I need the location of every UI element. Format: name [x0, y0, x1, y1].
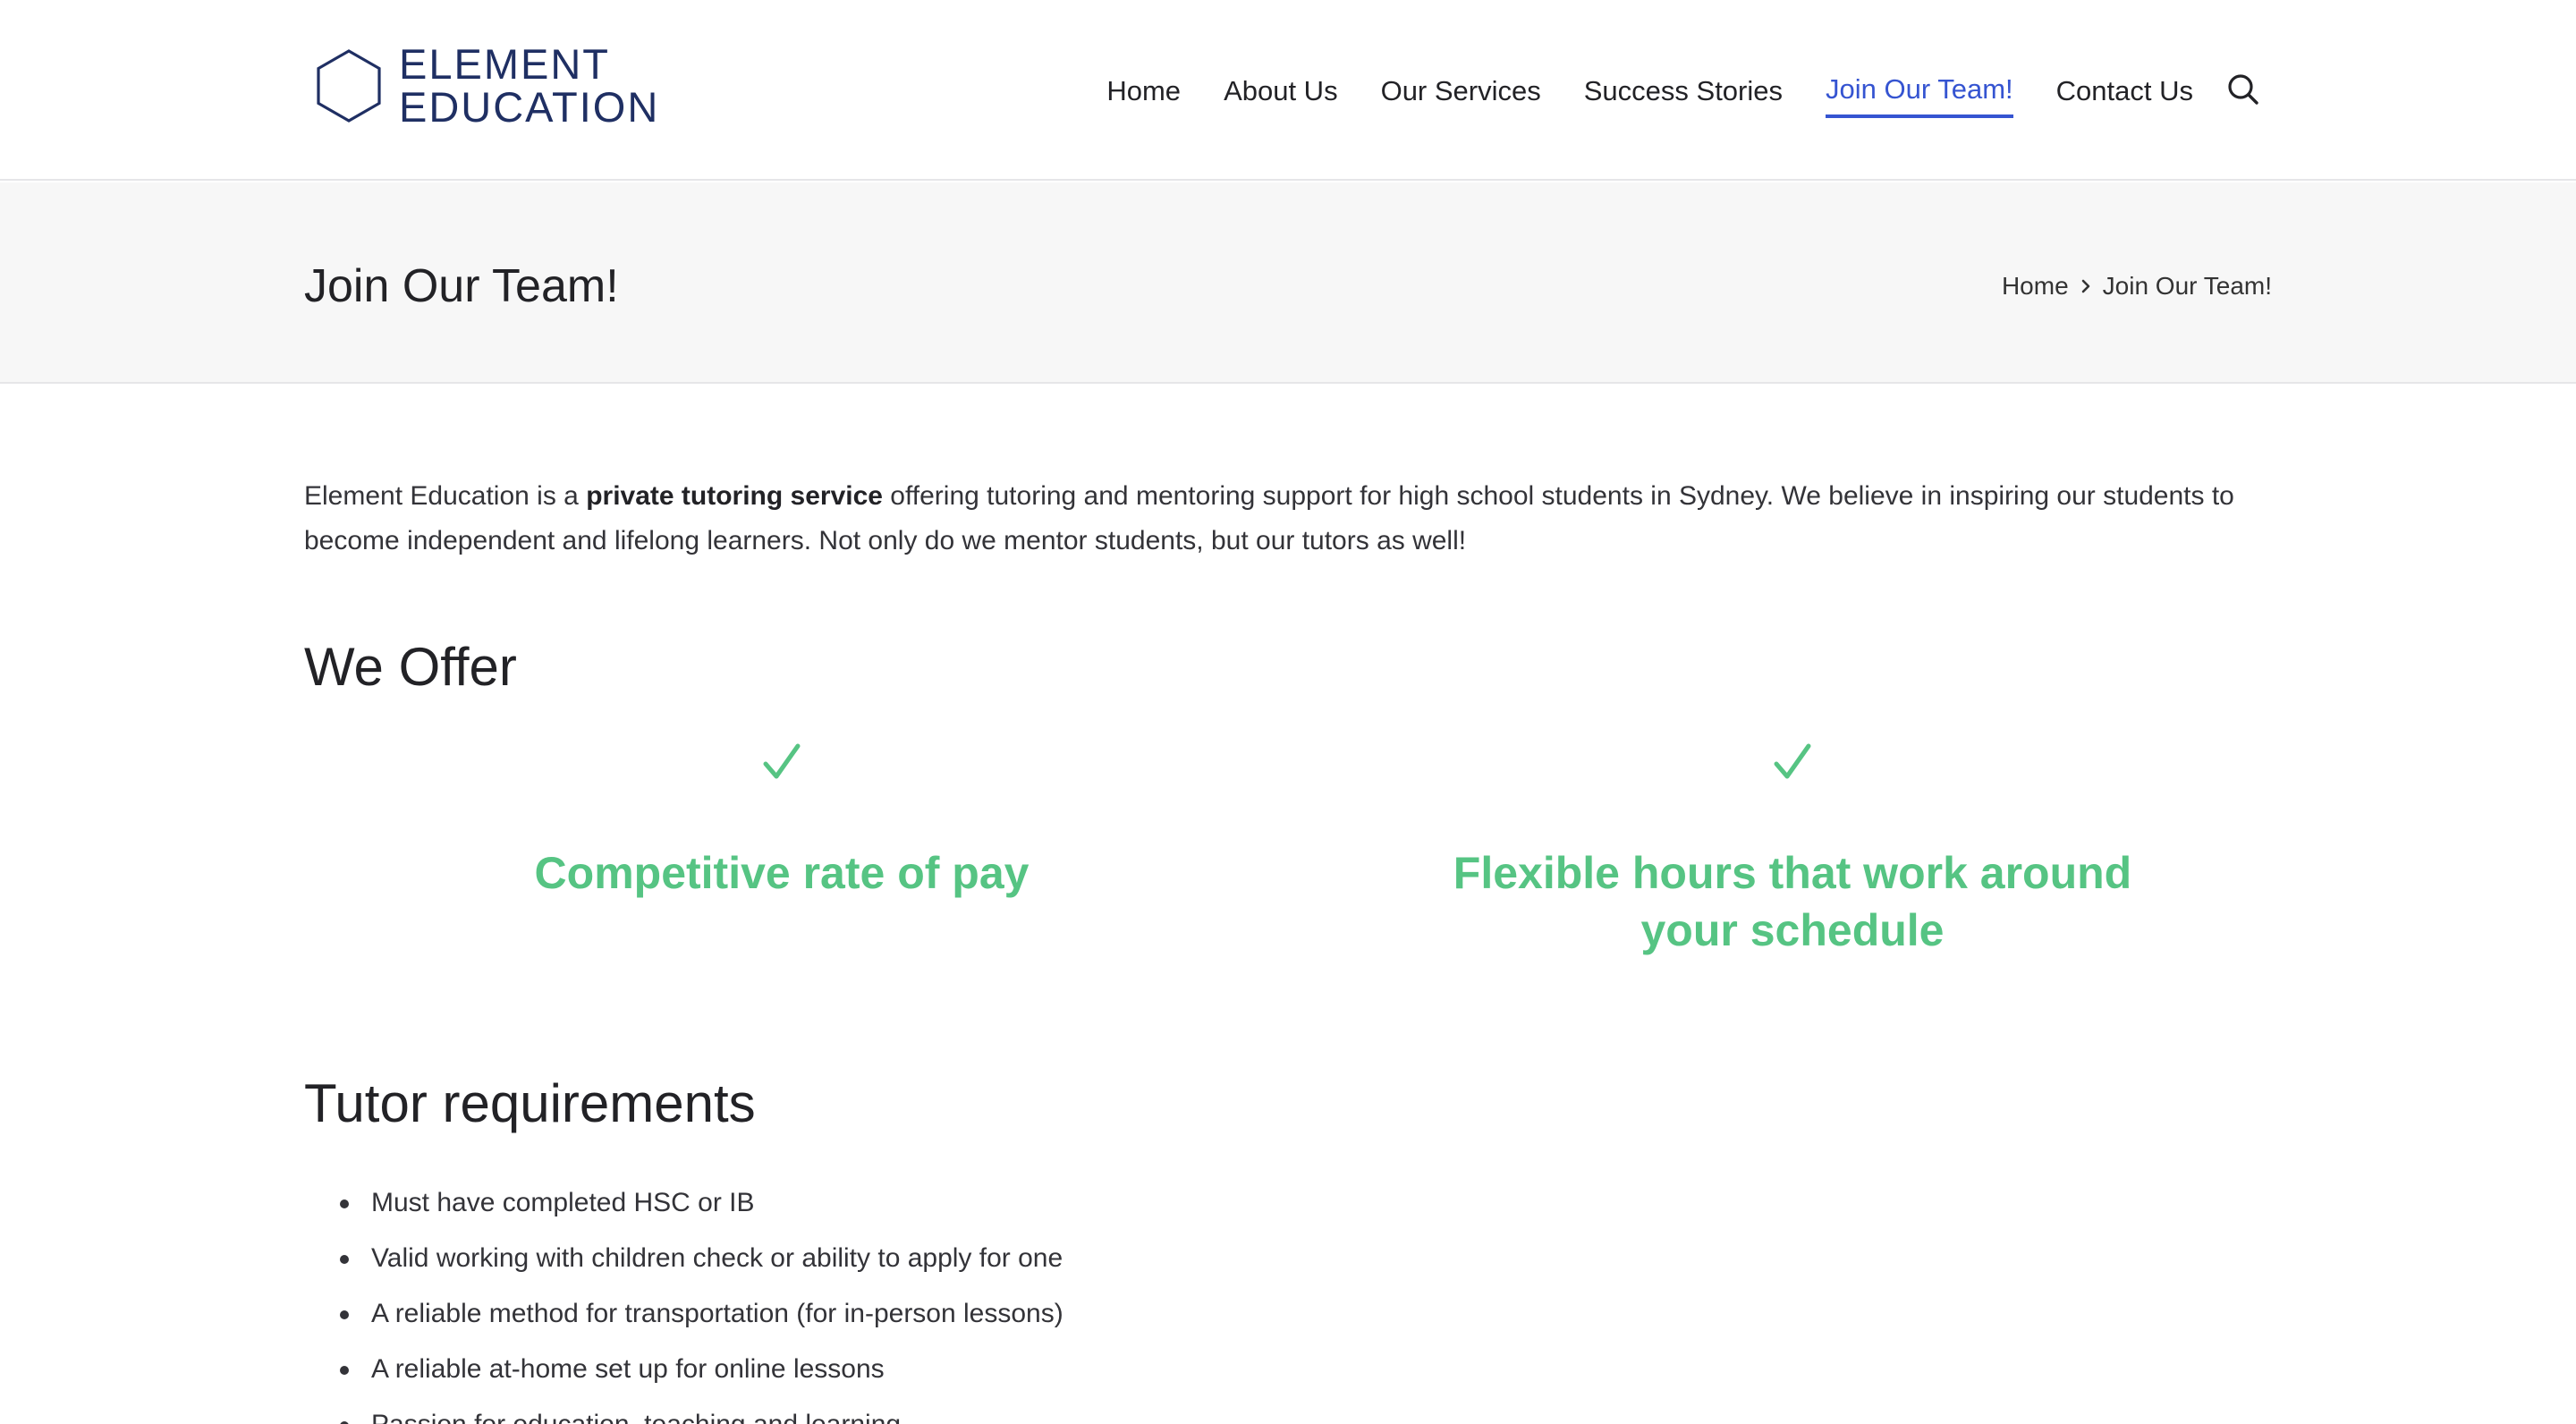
list-item: Valid working with children check or abi… [304, 1231, 1063, 1286]
list-item: Passion for education, teaching and lear… [304, 1397, 1063, 1424]
hexagon-logo-icon [317, 49, 381, 123]
site-logo[interactable]: ELEMENT EDUCATION [315, 43, 659, 129]
logo-line-2: EDUCATION [399, 83, 660, 131]
intro-bold-text: private tutoring service [586, 481, 883, 511]
offer-item: Flexible hours that work around your sch… [1345, 742, 2240, 959]
requirements-list: Must have completed HSC or IB Valid work… [304, 1175, 1063, 1424]
page: ELEMENT EDUCATION Home About Us Our Serv… [0, 0, 2576, 1424]
page-title: Join Our Team! [304, 260, 619, 312]
nav-about-us[interactable]: About Us [1224, 64, 1338, 118]
list-item: A reliable at-home set up for online les… [304, 1342, 1063, 1397]
chevron-right-icon [2080, 268, 2092, 304]
checkmark-icon [763, 743, 801, 779]
list-item: A reliable method for transportation (fo… [304, 1286, 1063, 1342]
page-title-band: Join Our Team! Home Join Our Team! [0, 182, 2576, 384]
nav-our-services[interactable]: Our Services [1381, 64, 1541, 118]
nav-home[interactable]: Home [1106, 64, 1181, 118]
nav-success-stories[interactable]: Success Stories [1584, 64, 1783, 118]
intro-text-1: Element Education is a [304, 481, 587, 511]
nav-join-our-team[interactable]: Join Our Team! [1826, 64, 2013, 118]
site-header: ELEMENT EDUCATION Home About Us Our Serv… [0, 0, 2576, 181]
intro-paragraph: Element Education is a private tutoring … [304, 474, 2272, 564]
logo-wordmark: ELEMENT EDUCATION [399, 43, 659, 129]
checkmark-icon [1774, 743, 1811, 779]
offer-item: Competitive rate of pay [335, 742, 1229, 902]
offer-title: Flexible hours that work around your sch… [1453, 848, 2132, 955]
tutor-requirements-heading: Tutor requirements [304, 1073, 756, 1133]
offer-title: Competitive rate of pay [534, 848, 1030, 898]
breadcrumb: Home Join Our Team! [2002, 268, 2272, 304]
logo-line-1: ELEMENT [399, 40, 610, 88]
search-icon [2228, 74, 2258, 105]
breadcrumb-home[interactable]: Home [2002, 268, 2069, 304]
list-item: Must have completed HSC or IB [304, 1175, 1063, 1231]
we-offer-heading: We Offer [304, 637, 517, 697]
breadcrumb-current: Join Our Team! [2102, 272, 2272, 300]
search-button[interactable] [2225, 72, 2261, 107]
main-nav: Home About Us Our Services Success Stori… [1063, 64, 2193, 118]
nav-contact-us[interactable]: Contact Us [2056, 64, 2193, 118]
